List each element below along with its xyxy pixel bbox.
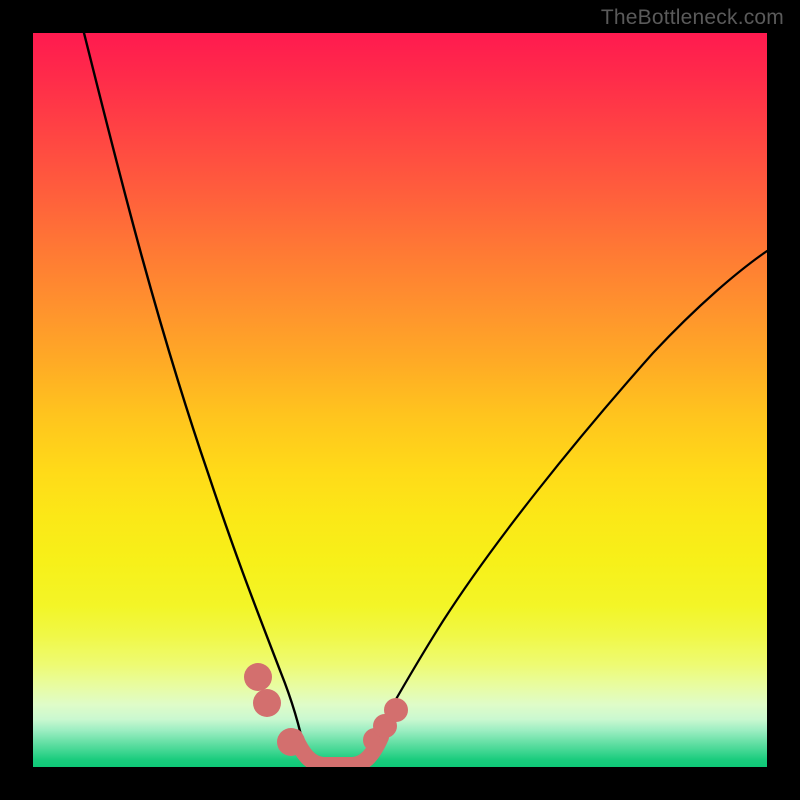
curve-layer bbox=[33, 33, 767, 767]
marker-dot bbox=[384, 698, 408, 722]
left-curve bbox=[84, 33, 305, 753]
marker-dot bbox=[253, 689, 281, 717]
right-curve bbox=[365, 251, 767, 753]
chart-frame: TheBottleneck.com bbox=[0, 0, 800, 800]
marker-dot bbox=[244, 663, 272, 691]
marker-dot bbox=[277, 728, 305, 756]
plot-area bbox=[33, 33, 767, 767]
watermark-label: TheBottleneck.com bbox=[601, 6, 784, 30]
